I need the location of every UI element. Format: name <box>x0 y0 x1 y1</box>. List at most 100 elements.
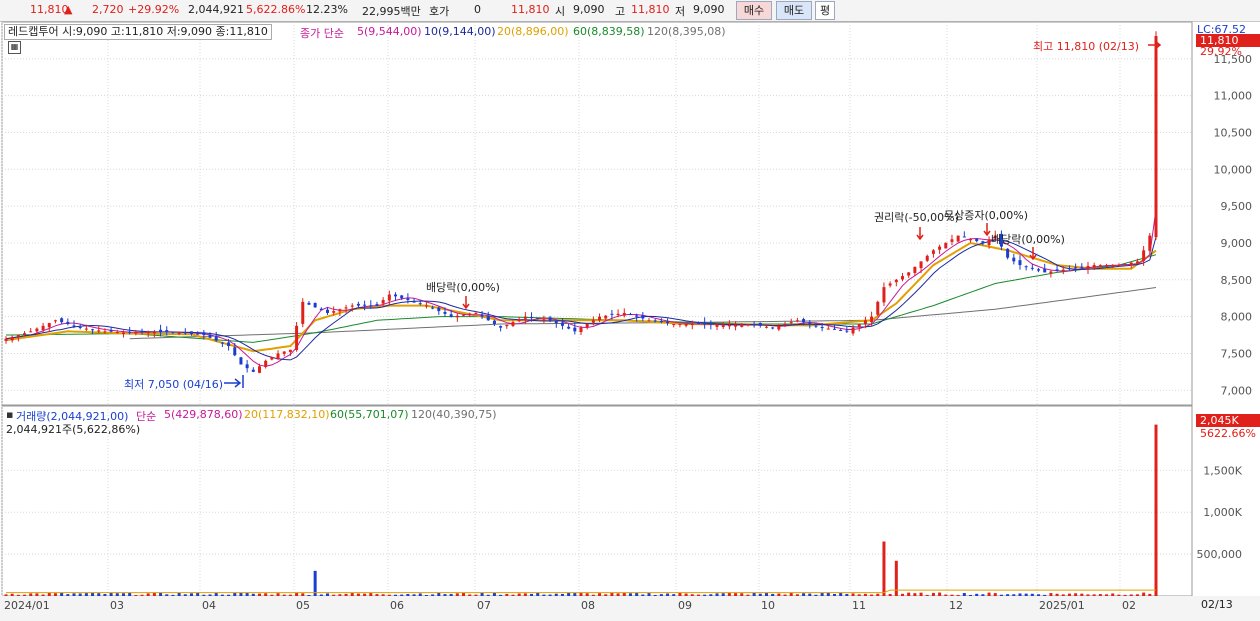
volume-bar <box>1074 593 1078 596</box>
candle-body <box>523 316 527 319</box>
volume-bar <box>919 592 923 596</box>
volume-bar <box>1111 593 1115 596</box>
candle-body <box>635 315 639 317</box>
volume-bar <box>709 594 713 596</box>
volume-bar <box>845 593 849 596</box>
price-tick-label: 10,500 <box>1214 126 1253 139</box>
volume-bar <box>783 594 787 596</box>
candle-body <box>53 320 57 322</box>
candle-body <box>727 325 731 327</box>
candle-body <box>913 266 917 273</box>
candle-body <box>734 324 738 327</box>
volume-bar <box>758 593 762 596</box>
candle-body <box>214 336 218 341</box>
volume-ma5-label: 5(429,878,60) <box>164 408 243 421</box>
volume-ma20-label: 20(117,832,10) <box>244 408 330 421</box>
candle-body <box>511 322 515 326</box>
volume-bar <box>567 592 571 596</box>
volume-bar <box>628 593 632 596</box>
volume-bar <box>412 594 416 596</box>
volume-bar <box>474 594 478 596</box>
candle-body <box>400 295 404 299</box>
candle-body <box>1006 248 1010 258</box>
volume-bar <box>245 592 249 596</box>
candle-body <box>530 317 534 319</box>
volume-bar <box>542 594 546 596</box>
candle-body <box>1105 265 1109 267</box>
volume-bar <box>326 593 330 596</box>
candle-body <box>468 313 472 315</box>
date-tick-label: 2025/01 <box>1039 599 1085 612</box>
candle-body <box>270 357 274 360</box>
low-annotation: 최저 7,050 (04/16) <box>124 378 224 391</box>
candle-body <box>128 331 132 333</box>
volume-bar <box>1006 594 1010 596</box>
volume-bar <box>740 593 744 596</box>
price-ma120-label: 120(8,395,08) <box>647 25 726 38</box>
dividend-annotation-2: 배당락(0,00%) <box>991 233 1065 246</box>
candle-body <box>554 321 558 324</box>
candle-body <box>789 322 793 324</box>
candle-body <box>23 333 27 335</box>
candle-body <box>505 324 509 327</box>
date-tick-label: 09 <box>678 599 692 612</box>
grid-toggle-icon[interactable]: ▦ <box>8 41 21 54</box>
volume-bar <box>647 593 651 596</box>
volume-bar <box>239 592 243 596</box>
candle-body <box>146 331 150 334</box>
volume-bar <box>1098 594 1102 596</box>
candle-body <box>950 239 954 242</box>
volume-bar <box>746 594 750 596</box>
candle-body <box>832 328 836 330</box>
candle-body <box>16 335 20 337</box>
candle-body <box>140 330 144 333</box>
volume-bar <box>814 594 818 596</box>
volume-bar <box>196 592 200 596</box>
volume-bar <box>560 593 564 596</box>
price-tick-label: 8,500 <box>1221 274 1253 287</box>
volume-bar <box>72 593 76 596</box>
candle-body <box>777 325 781 330</box>
stock-chart[interactable]: 7,000 7,500 8,000 8,500 9,000 9,500 10,000 10,5… <box>0 0 1260 621</box>
candle-body <box>47 323 51 328</box>
volume-bar <box>134 594 138 596</box>
candle-body <box>919 261 923 269</box>
candle-body <box>641 315 645 319</box>
candle-body <box>696 322 700 324</box>
candle-body <box>196 333 200 335</box>
volume-bar <box>121 593 125 596</box>
candle-body <box>288 349 292 352</box>
candle-body <box>338 309 342 312</box>
candle-body <box>956 235 960 242</box>
candle-body <box>313 302 317 308</box>
volume-bar <box>60 592 64 596</box>
volume-bar <box>47 593 51 596</box>
candle-body <box>202 332 206 336</box>
volume-bar <box>288 594 292 596</box>
volume-bar <box>696 594 700 596</box>
candle-body <box>183 331 187 334</box>
candle-body <box>560 322 564 326</box>
candle-body <box>962 236 966 238</box>
volume-bar <box>1067 593 1071 596</box>
candle-body <box>332 311 336 313</box>
price-tick-label: 9,000 <box>1221 237 1253 250</box>
candle-body <box>925 255 929 261</box>
dividend-annotation-1: 배당락(0,00%) <box>426 281 500 294</box>
volume-bar <box>4 594 8 596</box>
high-annotation: 최고 11,810 (02/13) <box>1033 40 1140 53</box>
volume-sub-label: 2,044,921주(5,622,86%) <box>6 423 141 436</box>
volume-bar <box>165 594 169 596</box>
volume-bar <box>882 541 886 596</box>
candle-body <box>369 305 373 307</box>
volume-bar <box>659 594 663 596</box>
candle-body <box>740 324 744 327</box>
candle-body <box>121 332 125 335</box>
volume-panel <box>1 405 1193 597</box>
volume-bar <box>486 594 490 596</box>
volume-bar <box>1055 593 1059 596</box>
volume-bar <box>282 594 286 596</box>
candle-body <box>536 317 540 319</box>
last-candle-body <box>1154 35 1158 237</box>
volume-bar <box>344 593 348 596</box>
